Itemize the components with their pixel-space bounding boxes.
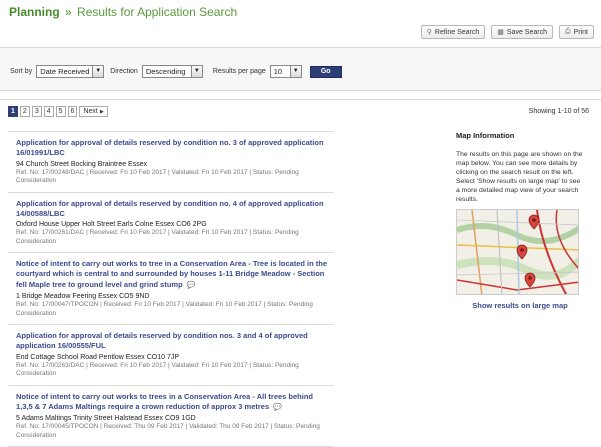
result-meta: Ref. No: 17/00047/TPOCON | Received: Fri… — [16, 301, 313, 317]
print-button[interactable]: ⎙ Print — [558, 25, 594, 39]
map-description: The results on this page are shown on th… — [456, 151, 583, 203]
result-title-link[interactable]: Notice of intent to carry out works to t… — [16, 392, 330, 414]
result-title-text: Application for approval of details rese… — [16, 138, 324, 158]
per-page-select[interactable]: 10 ▼ — [269, 65, 302, 78]
direction-label: Direction — [110, 68, 138, 75]
map-heading: Map Information — [456, 131, 515, 140]
breadcrumb-planning[interactable]: Planning — [9, 5, 60, 19]
result-title-link[interactable]: Application for approval of details rese… — [16, 331, 330, 352]
result-meta: Ref. No: 17/00045/TPOCON | Received: Thu… — [16, 423, 320, 439]
result-title-text: Application for approval of details rese… — [16, 331, 308, 351]
result-address: Oxford House Upper Holt Street Earls Col… — [16, 221, 207, 229]
result-address: 94 Church Street Bocking Braintree Essex — [16, 160, 148, 168]
result-meta: Ref. No: 17/00261/DAC | Received: Fri 10… — [16, 229, 299, 245]
chevron-down-icon: ▼ — [190, 66, 202, 77]
result-item: Application for approval of details rese… — [8, 193, 334, 254]
result-item: Notice of intent to carry out works to t… — [8, 253, 334, 326]
refine-search-button[interactable]: ⚲ Refine Search — [420, 25, 486, 39]
result-meta: Ref. No: 17/00248/DAC | Received: Fri 10… — [16, 168, 299, 185]
result-title-text: Application for approval of details rese… — [16, 198, 324, 218]
page-2[interactable]: 2 — [19, 106, 30, 117]
result-title-link[interactable]: Application for approval of details rese… — [16, 138, 330, 159]
sort-label: Sort by — [10, 68, 33, 75]
direction-select-value: Descending — [145, 67, 186, 76]
map-graphic — [457, 210, 578, 294]
per-page-select-value: 10 — [273, 67, 283, 76]
print-icon: ⎙ — [564, 28, 571, 35]
result-title-link[interactable]: Application for approval of details rese… — [16, 199, 330, 220]
go-button[interactable]: Go — [309, 65, 342, 78]
map-panel: Map Information The results on this page… — [456, 131, 584, 310]
result-title-text: Notice of intent to carry out works to t… — [16, 391, 314, 411]
page-3[interactable]: 3 — [31, 106, 42, 117]
page-5[interactable]: 5 — [55, 106, 66, 117]
toolbar: ⚲ Refine Search ▦ Save Search ⎙ Print — [420, 25, 594, 39]
page-1[interactable]: 1 — [8, 106, 18, 117]
page-title: Planning » Results for Application Searc… — [9, 5, 237, 19]
page-heading: Results for Application Search — [77, 5, 238, 19]
result-title-link[interactable]: Notice of intent to carry out works to t… — [16, 259, 330, 291]
per-page-label: Results per page — [212, 68, 266, 75]
refine-search-label: Refine Search — [434, 28, 480, 36]
next-page-button[interactable]: Next ▶ — [79, 106, 108, 117]
results-area: 1 2 3 4 5 6 Next ▶ Showing 1-10 of 56 Ap… — [0, 99, 601, 447]
comment-icon[interactable]: 💬 — [187, 282, 196, 289]
page-6[interactable]: 6 — [67, 106, 78, 117]
sort-select-value: Date Received — [40, 67, 90, 76]
chevron-down-icon: ▼ — [92, 66, 104, 77]
filter-bar: Sort by Date Received ▼ Direction Descen… — [0, 47, 601, 91]
next-label: Next — [83, 108, 98, 115]
result-item: Notice of intent to carry out works to t… — [8, 386, 334, 447]
save-search-button[interactable]: ▦ Save Search — [491, 25, 553, 39]
pagination: 1 2 3 4 5 6 Next ▶ — [8, 106, 108, 117]
comment-icon[interactable]: 💬 — [273, 404, 282, 411]
save-search-label: Save Search — [506, 28, 547, 36]
breadcrumb-separator: » — [65, 5, 72, 19]
save-icon: ▦ — [497, 29, 504, 36]
page-4[interactable]: 4 — [43, 106, 54, 117]
result-item: Application for approval of details rese… — [8, 325, 334, 386]
chevron-right-icon: ▶ — [99, 108, 104, 115]
sort-select[interactable]: Date Received ▼ — [36, 65, 105, 78]
result-address: 1 Bridge Meadow Feering Essex CO5 9ND — [16, 293, 150, 301]
results-count: Showing 1-10 of 56 — [528, 108, 589, 115]
result-meta: Ref. No: 17/00263/DAC | Received: Fri 10… — [16, 361, 299, 378]
chevron-down-icon: ▼ — [289, 66, 301, 77]
result-address: 5 Adams Maltings Trinity Street Halstead… — [16, 415, 196, 423]
print-label: Print — [573, 28, 588, 36]
results-map[interactable] — [456, 209, 579, 295]
result-list: Application for approval of details rese… — [8, 131, 334, 447]
result-address: End Cottage School Road Pentlow Essex CO… — [16, 353, 180, 361]
result-title-text: Notice of intent to carry out works to t… — [16, 259, 328, 289]
show-large-map-link[interactable]: Show results on large map — [456, 301, 584, 310]
search-icon: ⚲ — [426, 29, 432, 36]
result-item: Application for approval of details rese… — [8, 132, 334, 193]
direction-select[interactable]: Descending ▼ — [141, 65, 203, 78]
